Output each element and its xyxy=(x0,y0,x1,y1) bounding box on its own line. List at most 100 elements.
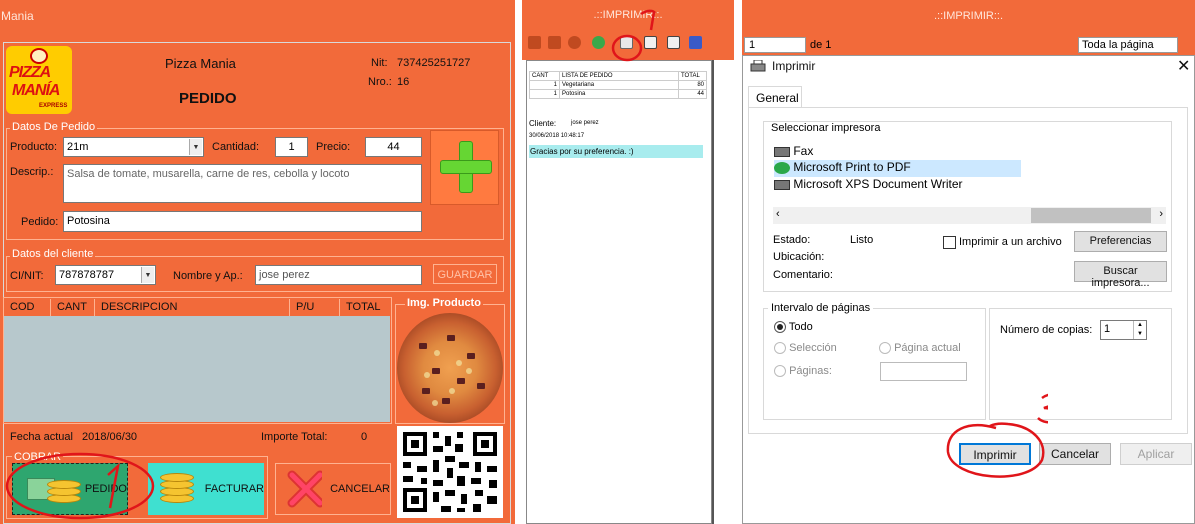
receipt-cell: 1 xyxy=(529,89,560,99)
receipt-cliente-value: jose perez xyxy=(571,120,599,126)
printer-item-pdf[interactable]: Microsoft Print to PDF xyxy=(774,160,1021,177)
refresh-icon[interactable] xyxy=(592,36,605,49)
page-number-input[interactable]: 1 xyxy=(744,37,806,53)
cancelar-button[interactable]: CANCELAR xyxy=(275,463,391,515)
cancel-button[interactable]: Cancelar xyxy=(1039,443,1111,465)
printer-icon xyxy=(750,60,766,72)
store-name: Pizza Mania xyxy=(165,56,236,71)
page-of-label: de 1 xyxy=(810,39,832,51)
print-dialog-window: .::IMPRIMIR::. 1 de 1 Toda la página Imp… xyxy=(742,0,1195,524)
chevron-right-icon[interactable]: › xyxy=(1159,208,1163,220)
pages-input[interactable] xyxy=(880,362,967,381)
description-textarea[interactable]: Salsa de tomate, musarella, carne de res… xyxy=(63,164,422,203)
radio-pagina-actual[interactable] xyxy=(879,342,891,355)
nit-value: 737425251727 xyxy=(397,57,471,69)
copies-label: Número de copias: xyxy=(1000,324,1093,336)
pizza-mania-logo: PIZZA MANÍA EXPRESS xyxy=(6,46,72,114)
cantidad-label: Cantidad: xyxy=(212,141,260,153)
image-title: Img. Producto xyxy=(405,297,483,309)
print-preview-window: .::IMPRIMIR::. CANT LISTA DE PEDIDO TOTA… xyxy=(522,0,734,524)
radio-seleccion[interactable] xyxy=(774,342,786,355)
receipt-cell: 44 xyxy=(678,89,707,99)
horizontal-scrollbar[interactable]: ‹ › xyxy=(773,207,1166,224)
ci-value: 787878787 xyxy=(59,269,115,281)
cancelar-button-label: CANCELAR xyxy=(330,483,390,495)
print-to-file-checkbox[interactable] xyxy=(943,236,956,249)
receipt-thanks: Gracias por su preferencia. :) xyxy=(529,145,703,158)
default-printer-icon xyxy=(774,161,790,174)
nro-label: Nro.: xyxy=(368,76,392,88)
logo-line3: EXPRESS xyxy=(39,103,68,109)
zoom-select[interactable]: Toda la página xyxy=(1078,37,1178,53)
range-current[interactable]: Página actual xyxy=(879,342,961,355)
receipt-col-lista: LISTA DE PEDIDO xyxy=(559,71,679,81)
col-total: TOTAL xyxy=(346,301,381,313)
chevron-left-icon[interactable]: ‹ xyxy=(776,208,780,220)
producto-value: 21m xyxy=(67,141,89,153)
product-image xyxy=(397,313,503,423)
ci-select[interactable]: 787878787 ▼ xyxy=(55,265,156,285)
client-data-title: Datos del cliente xyxy=(10,248,96,260)
print-window-title: .::IMPRIMIR::. xyxy=(742,0,1195,33)
export-icon[interactable] xyxy=(689,36,702,49)
receipt-cell: 1 xyxy=(529,80,560,90)
apply-button[interactable]: Aplicar xyxy=(1120,443,1192,465)
cantidad-input[interactable]: 1 xyxy=(275,137,308,157)
range-selection[interactable]: Selección xyxy=(774,342,837,355)
printer-item-fax[interactable]: Fax xyxy=(774,144,1022,160)
receipt-cliente-label: Cliente: xyxy=(529,119,557,128)
close-icon xyxy=(287,470,323,508)
radio-paginas[interactable] xyxy=(774,365,786,378)
producto-label: Producto: xyxy=(10,141,58,153)
chevron-down-icon[interactable]: ▼ xyxy=(141,267,154,283)
spin-icon[interactable]: ▲ ▼ xyxy=(1133,321,1146,339)
find-printer-button[interactable]: Buscar impresora... xyxy=(1074,261,1167,289)
receipt-cell: Potosina xyxy=(559,89,679,99)
print-window-toolbar: 1 de 1 Toda la página xyxy=(742,33,1195,55)
radio-todo[interactable] xyxy=(774,321,786,334)
ci-label: CI/NIT: xyxy=(10,270,44,282)
producto-select[interactable]: 21m ▼ xyxy=(63,137,204,157)
select-printer-label: Seleccionar impresora xyxy=(768,122,884,134)
pedido-input[interactable]: Potosina xyxy=(63,211,422,232)
guardar-button[interactable]: GUARDAR xyxy=(433,264,497,284)
logo-line2: MANÍA xyxy=(12,82,60,99)
tab-general[interactable]: General xyxy=(748,86,802,108)
scrollbar-thumb[interactable] xyxy=(1031,208,1151,223)
qr-code xyxy=(397,426,503,518)
copies-input[interactable]: 1 ▲ ▼ xyxy=(1100,320,1147,340)
chevron-down-icon[interactable]: ▼ xyxy=(189,139,202,155)
precio-input[interactable]: 44 xyxy=(365,137,422,157)
preferences-button[interactable]: Preferencias xyxy=(1074,231,1167,252)
estado-label: Estado: xyxy=(773,234,811,246)
logo-line1: PIZZA xyxy=(9,64,51,81)
printer-icon xyxy=(774,179,790,190)
order-grid-body[interactable] xyxy=(4,316,390,422)
close-icon[interactable]: ✕ xyxy=(1177,56,1190,76)
importe-label: Importe Total: xyxy=(261,431,328,443)
print-to-file-label: Imprimir a un archivo xyxy=(959,236,1062,248)
page-range-title: Intervalo de páginas xyxy=(768,302,874,314)
range-all[interactable]: Todo xyxy=(774,321,813,334)
fax-icon xyxy=(774,146,790,157)
first-page-icon[interactable] xyxy=(528,36,541,49)
ubicacion-label: Ubicación: xyxy=(773,251,825,263)
estado-value: Listo xyxy=(850,234,874,246)
receipt-cell: Vegetariana xyxy=(559,80,679,90)
add-item-button[interactable] xyxy=(430,130,499,205)
pedido-label: Pedido: xyxy=(21,216,59,228)
descrip-label: Descrip.: xyxy=(10,166,54,178)
nombre-input[interactable]: jose perez xyxy=(255,265,422,285)
order-grid-header: COD CANT DESCRIPCION P/U TOTAL xyxy=(4,299,390,316)
stop-icon[interactable] xyxy=(568,36,581,49)
back-icon[interactable] xyxy=(548,36,561,49)
range-pages[interactable]: Páginas: xyxy=(774,365,832,378)
receipt-table: CANT LISTA DE PEDIDO TOTAL 1 Vegetariana… xyxy=(529,71,707,99)
nro-value: 16 xyxy=(397,76,410,88)
fecha-label: Fecha actual xyxy=(10,431,73,443)
receipt-datetime: 30/06/2018 10:48:17 xyxy=(529,133,585,139)
dialog-title: Imprimir xyxy=(772,59,816,73)
receipt-col-cant: CANT xyxy=(529,71,560,81)
col-cant: CANT xyxy=(51,299,95,316)
printer-item-xps[interactable]: Microsoft XPS Document Writer xyxy=(774,177,1022,193)
